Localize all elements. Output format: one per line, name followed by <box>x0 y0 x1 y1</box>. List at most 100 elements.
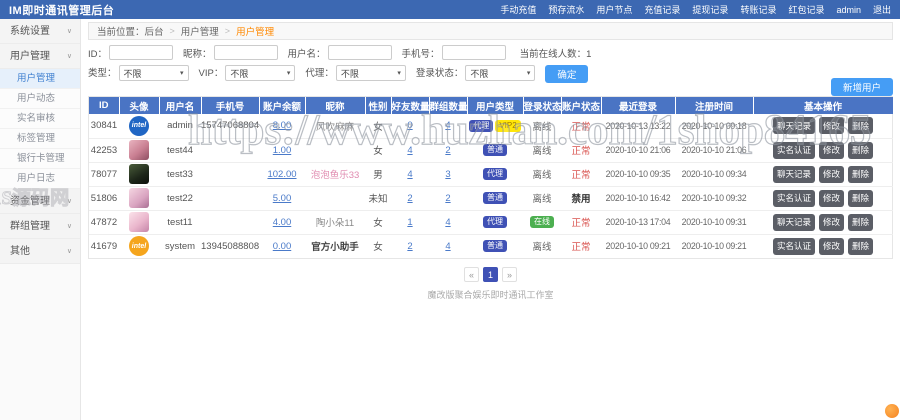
account-status: 正常 <box>571 146 590 157</box>
account-status: 正常 <box>571 242 590 253</box>
brand-logo-avatar: intel <box>129 236 149 256</box>
delete-button[interactable]: 删除 <box>848 190 873 207</box>
nav-item-2[interactable]: 预存流水 <box>548 3 584 16</box>
nav-item-3[interactable]: 用户节点 <box>596 3 632 16</box>
realname-verify-button[interactable]: 实名认证 <box>773 142 815 159</box>
sidebar-sub-item-2-2[interactable]: 用户动态 <box>0 89 80 109</box>
agent-select[interactable]: 不限▾ <box>336 65 406 81</box>
edit-button[interactable]: 修改 <box>819 142 844 159</box>
edit-button[interactable]: 修改 <box>819 117 844 134</box>
sidebar-sub-item-2-4[interactable]: 标签管理 <box>0 129 80 149</box>
balance-link[interactable]: 0.00 <box>273 241 292 252</box>
groups-count-link[interactable]: 2 <box>445 193 450 204</box>
edit-button[interactable]: 修改 <box>819 166 844 183</box>
vip-select[interactable]: 不限▾ <box>225 65 295 81</box>
groups-count-link[interactable]: 4 <box>445 120 450 131</box>
delete-button[interactable]: 删除 <box>848 214 873 231</box>
login-status-select[interactable]: 不限▾ <box>465 65 535 81</box>
delete-button[interactable]: 删除 <box>848 166 873 183</box>
balance-link[interactable]: 102.00 <box>267 169 296 180</box>
user-avatar <box>129 188 149 208</box>
sidebar-group-label: 资金管理 <box>10 189 50 213</box>
edit-button[interactable]: 修改 <box>819 238 844 255</box>
cell-login-status: 离线 <box>523 162 561 186</box>
balance-link[interactable]: 8.00 <box>273 120 292 131</box>
user-table-wrap: ID头像用户名手机号账户余额昵称性别好友数量群组数量用户类型登录状态账户状态最近… <box>88 96 893 259</box>
balance-link[interactable]: 5.00 <box>273 193 292 204</box>
floating-action-button[interactable] <box>885 404 899 418</box>
nav-item-7[interactable]: 红包记录 <box>788 3 824 16</box>
sidebar-group-1[interactable]: 系统设置∨ <box>0 19 80 44</box>
edit-button[interactable]: 修改 <box>819 214 844 231</box>
sidebar-group-3[interactable]: 资金管理 ∨ <box>0 189 80 214</box>
friends-count-link[interactable]: 4 <box>407 169 412 180</box>
friends-count-link[interactable]: 4 <box>407 145 412 156</box>
next-page-button[interactable]: » <box>502 267 517 282</box>
cell-groups: 2 <box>429 138 467 162</box>
login-status-select-value: 不限 <box>470 67 488 80</box>
cell-groups: 4 <box>429 114 467 138</box>
page-button-1[interactable]: 1 <box>483 267 498 282</box>
realname-verify-button[interactable]: 实名认证 <box>773 190 815 207</box>
cell-username: admin <box>159 114 201 138</box>
realname-verify-button[interactable]: 实名认证 <box>773 238 815 255</box>
account-status: 正常 <box>571 170 590 181</box>
login-status: 离线 <box>532 146 551 157</box>
nav-item-6[interactable]: 转账记录 <box>740 3 776 16</box>
logout-link[interactable]: 退出 <box>873 3 891 16</box>
prev-page-button[interactable]: « <box>464 267 479 282</box>
groups-count-link[interactable]: 3 <box>445 169 450 180</box>
balance-link[interactable]: 1.00 <box>273 145 292 156</box>
sidebar-sub-item-2-6[interactable]: 用户日志 <box>0 169 80 189</box>
groups-count-link[interactable]: 2 <box>445 145 450 156</box>
friends-count-link[interactable]: 2 <box>407 193 412 204</box>
breadcrumb-item-user-management[interactable]: 用户管理 <box>181 24 219 38</box>
id-input-label: ID： <box>88 46 107 60</box>
edit-button[interactable]: 修改 <box>819 190 844 207</box>
id-input[interactable] <box>109 45 173 60</box>
nickname-input[interactable] <box>214 45 278 60</box>
groups-count-link[interactable]: 4 <box>445 241 450 252</box>
chevron-down-icon: ▾ <box>287 69 291 77</box>
table-row: 78077test33102.00泡泡鱼乐33男43代理离线正常2020-10-… <box>89 162 893 186</box>
search-submit-button[interactable]: 确定 <box>545 65 588 83</box>
nav-item-1[interactable]: 手动充值 <box>500 3 536 16</box>
nickname-text: 官方小助手 <box>311 242 359 253</box>
cell-sex: 女 <box>365 234 391 258</box>
nav-item-5[interactable]: 提现记录 <box>692 3 728 16</box>
table-row: 41679intelsystem139450888080.00官方小助手女24普… <box>89 234 893 258</box>
friends-count-link[interactable]: 2 <box>407 241 412 252</box>
nav-item-4[interactable]: 充值记录 <box>644 3 680 16</box>
app-title: IM即时通讯管理后台 <box>9 2 114 18</box>
sidebar-group-5[interactable]: 其他∨ <box>0 239 80 264</box>
add-user-button[interactable]: 新增用户 <box>831 78 893 96</box>
cell-username: test11 <box>159 210 201 234</box>
chat-records-button[interactable]: 聊天记录 <box>773 117 815 134</box>
user-avatar <box>129 164 149 184</box>
type-select[interactable]: 不限▾ <box>119 65 189 81</box>
friends-count-link[interactable]: 1 <box>407 217 412 228</box>
cell-actions: 实名认证修改删除 <box>753 234 893 258</box>
groups-count-link[interactable]: 4 <box>445 217 450 228</box>
delete-button[interactable]: 删除 <box>848 117 873 134</box>
sidebar-group-4[interactable]: 群组管理∨ <box>0 214 80 239</box>
chat-records-button[interactable]: 聊天记录 <box>773 166 815 183</box>
sidebar-group-2[interactable]: 用户管理∨ <box>0 44 80 69</box>
sidebar-sub-item-2-3[interactable]: 实名审核 <box>0 109 80 129</box>
delete-button[interactable]: 删除 <box>848 142 873 159</box>
cell-reg-time: 2020-10-10 09:18 <box>675 114 753 138</box>
username-input[interactable] <box>328 45 392 60</box>
col-header-12: 账户状态 <box>561 97 601 114</box>
chat-records-button[interactable]: 聊天记录 <box>773 214 815 231</box>
sidebar-sub-item-2-1[interactable]: 用户管理 <box>0 69 80 89</box>
friends-count-link[interactable]: 0 <box>407 120 412 131</box>
delete-button[interactable]: 删除 <box>848 238 873 255</box>
sidebar-sub-item-2-5[interactable]: 银行卡管理 <box>0 149 80 169</box>
chevron-down-icon: ∨ <box>67 189 72 213</box>
col-header-13: 最近登录 <box>601 97 675 114</box>
nickname-input-label: 昵称： <box>183 46 212 60</box>
phone-input[interactable] <box>442 45 506 60</box>
user-name[interactable]: admin <box>836 5 861 15</box>
login-status: 离线 <box>532 122 551 133</box>
balance-link[interactable]: 4.00 <box>273 217 292 228</box>
